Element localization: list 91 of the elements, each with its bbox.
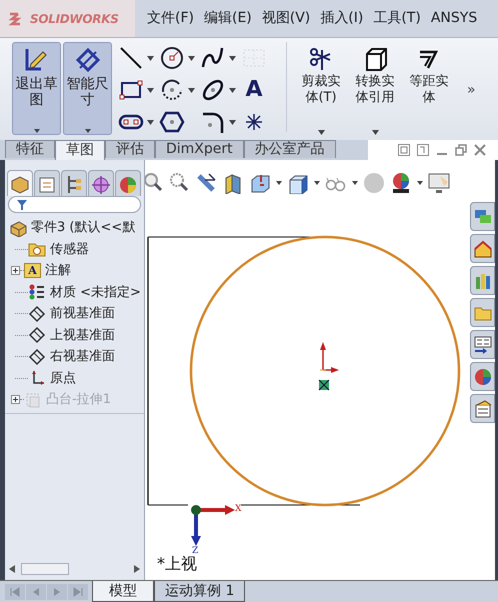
ellipse-icon[interactable] <box>200 77 226 103</box>
caret-icon[interactable] <box>229 120 236 124</box>
tree-item[interactable]: 上视基准面 <box>50 324 115 346</box>
monitor-icon[interactable] <box>428 172 450 194</box>
appearance-icon <box>472 366 492 386</box>
task-pane-tab[interactable] <box>470 394 495 423</box>
material-icon <box>28 283 46 302</box>
plane-icon <box>28 304 46 323</box>
tree-item[interactable]: 右视基准面 <box>50 346 115 368</box>
menu-item[interactable]: ANSYS <box>430 8 478 29</box>
ribbon-button[interactable]: 智能尺寸 <box>63 42 112 135</box>
tab[interactable]: 特征 <box>5 140 55 158</box>
restore-icon[interactable] <box>455 144 467 156</box>
panel-tab[interactable] <box>7 170 33 196</box>
caret-icon[interactable] <box>147 88 154 92</box>
ribbon-button[interactable]: 退出草图 <box>12 42 61 135</box>
plane-icon <box>28 348 46 366</box>
tree-item[interactable]: 前视基准面 <box>50 303 115 324</box>
tree-item[interactable]: 原点 <box>50 368 76 389</box>
filter-icon <box>17 200 27 210</box>
dimension-icon <box>74 46 102 74</box>
scrollbar-thumb[interactable] <box>21 563 69 575</box>
tab[interactable]: 办公室产品 <box>244 140 336 158</box>
panel-tab[interactable] <box>61 170 87 196</box>
line-icon[interactable] <box>118 45 144 71</box>
tree-root-label[interactable]: 零件3 (默认<<默 <box>31 217 136 238</box>
tab[interactable]: 评估 <box>105 140 155 158</box>
scroll-right-icon[interactable] <box>134 565 140 573</box>
expand-icon[interactable] <box>11 266 20 276</box>
tree-item[interactable]: 传感器 <box>50 238 89 260</box>
axis-label: Z <box>192 545 198 556</box>
tab[interactable]: 草图 <box>55 140 105 160</box>
menu-item[interactable]: 工具(T) <box>373 8 421 29</box>
center-point-icon <box>318 380 330 390</box>
caret-icon[interactable] <box>276 181 282 185</box>
part-icon <box>9 218 27 237</box>
command-button[interactable]: 转换实体引用 <box>349 42 401 135</box>
axis-label: X <box>235 503 242 516</box>
caret-icon[interactable] <box>188 88 195 92</box>
menu-item[interactable]: 文件(F) <box>147 8 194 29</box>
caret-icon[interactable] <box>147 120 154 124</box>
tab[interactable]: DimXpert <box>155 140 244 158</box>
zoom-icon[interactable] <box>145 172 163 194</box>
previous-view-icon[interactable] <box>195 172 217 194</box>
horizontal-scrollbar[interactable] <box>9 562 140 576</box>
view-label: *上视 <box>157 553 197 575</box>
menu-item[interactable]: 视图(V) <box>262 8 310 29</box>
caret-icon[interactable] <box>147 56 154 60</box>
origin-point <box>191 505 201 515</box>
caret-icon[interactable] <box>188 56 195 60</box>
caret-icon[interactable] <box>417 181 423 185</box>
app-logo: SOLIDWORKS <box>30 10 119 28</box>
panel-tab[interactable] <box>115 170 141 196</box>
window-icon[interactable] <box>398 144 410 156</box>
caret-icon[interactable] <box>229 56 236 60</box>
caret-icon <box>32 128 40 134</box>
home-icon <box>472 238 492 258</box>
zoom-icon[interactable] <box>168 172 190 194</box>
extrude-icon <box>24 390 42 409</box>
menu-item[interactable]: 编辑(E) <box>204 8 252 29</box>
task-pane-tab[interactable] <box>470 362 495 391</box>
tab[interactable]: 运动算例 1 <box>154 581 246 602</box>
annotation-icon: A <box>24 263 41 278</box>
task-pane-tab[interactable] <box>470 330 495 359</box>
task-pane-tab[interactable] <box>470 234 495 263</box>
window-icon[interactable] <box>417 144 429 156</box>
caret-icon[interactable] <box>229 88 236 92</box>
command-button[interactable]: 等距实体 <box>403 42 455 135</box>
view-palette-icon <box>472 334 492 354</box>
command-button[interactable]: 剪裁实体(T) <box>295 42 347 135</box>
close-icon[interactable] <box>474 144 486 156</box>
plane-icon <box>28 326 46 344</box>
caret-icon[interactable] <box>352 181 358 185</box>
tab[interactable]: 模型 <box>92 581 154 602</box>
coordinate-arrows <box>320 342 339 373</box>
text-tool-button[interactable]: A <box>241 77 267 103</box>
panel-tab[interactable] <box>34 170 60 196</box>
view-orientation-icon[interactable] <box>249 172 271 194</box>
filter-field[interactable] <box>8 196 141 213</box>
menu-item[interactable]: 插入(I) <box>320 8 364 29</box>
hexagon-icon[interactable] <box>159 109 185 135</box>
properties-icon <box>472 398 492 418</box>
scene-icon[interactable] <box>390 172 412 194</box>
scroll-left-icon[interactable] <box>9 565 15 573</box>
circle-icon[interactable] <box>159 45 185 71</box>
caret-icon <box>84 128 92 134</box>
tree-item[interactable]: 材质 <未指定> <box>50 282 141 303</box>
panel-tab[interactable] <box>88 170 114 196</box>
more-button[interactable]: » <box>467 80 476 101</box>
tree-item[interactable]: 注解 <box>45 260 71 282</box>
caret-icon[interactable] <box>314 181 320 185</box>
